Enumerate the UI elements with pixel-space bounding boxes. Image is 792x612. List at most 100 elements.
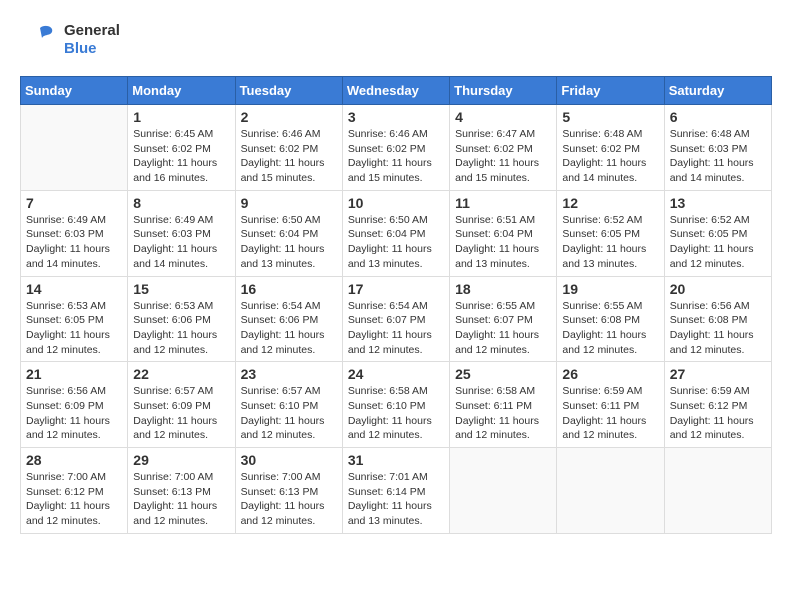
day-number: 15 [133, 281, 229, 297]
day-info: Sunrise: 6:49 AMSunset: 6:03 PMDaylight:… [26, 213, 122, 272]
day-number: 25 [455, 366, 551, 382]
day-number: 16 [241, 281, 337, 297]
day-info: Sunrise: 7:00 AMSunset: 6:13 PMDaylight:… [133, 470, 229, 529]
day-info: Sunrise: 6:52 AMSunset: 6:05 PMDaylight:… [670, 213, 766, 272]
day-number: 9 [241, 195, 337, 211]
day-number: 17 [348, 281, 444, 297]
day-number: 19 [562, 281, 658, 297]
calendar-day-cell: 13 Sunrise: 6:52 AMSunset: 6:05 PMDayligh… [664, 190, 771, 276]
day-info: Sunrise: 6:53 AMSunset: 6:05 PMDaylight:… [26, 299, 122, 358]
day-of-week-header: Thursday [450, 77, 557, 105]
calendar-day-cell: 11 Sunrise: 6:51 AMSunset: 6:04 PMDayligh… [450, 190, 557, 276]
day-info: Sunrise: 6:56 AMSunset: 6:09 PMDaylight:… [26, 384, 122, 443]
day-number: 20 [670, 281, 766, 297]
day-info: Sunrise: 6:57 AMSunset: 6:10 PMDaylight:… [241, 384, 337, 443]
day-number: 22 [133, 366, 229, 382]
calendar-day-cell: 25 Sunrise: 6:58 AMSunset: 6:11 PMDayligh… [450, 362, 557, 448]
calendar-day-cell: 30Sunrise: 7:00 AMSunset: 6:13 PMDayligh… [235, 448, 342, 534]
day-number: 14 [26, 281, 122, 297]
calendar-day-cell: 29Sunrise: 7:00 AMSunset: 6:13 PMDayligh… [128, 448, 235, 534]
day-number: 26 [562, 366, 658, 382]
logo-bird-icon [20, 20, 60, 60]
day-number: 11 [455, 195, 551, 211]
day-of-week-header: Wednesday [342, 77, 449, 105]
day-number: 2 [241, 109, 337, 125]
day-info: Sunrise: 6:48 AMSunset: 6:03 PMDaylight:… [670, 127, 766, 186]
day-number: 4 [455, 109, 551, 125]
calendar-day-cell [450, 448, 557, 534]
calendar-day-cell [21, 105, 128, 191]
day-info: Sunrise: 6:56 AMSunset: 6:08 PMDaylight:… [670, 299, 766, 358]
day-number: 6 [670, 109, 766, 125]
calendar-day-cell: 12 Sunrise: 6:52 AMSunset: 6:05 PMDayligh… [557, 190, 664, 276]
calendar-day-cell: 9 Sunrise: 6:50 AMSunset: 6:04 PMDaylight… [235, 190, 342, 276]
calendar-header-row: SundayMondayTuesdayWednesdayThursdayFrid… [21, 77, 772, 105]
calendar-day-cell: 8Sunrise: 6:49 AMSunset: 6:03 PMDaylight… [128, 190, 235, 276]
day-of-week-header: Tuesday [235, 77, 342, 105]
calendar-day-cell: 31Sunrise: 7:01 AMSunset: 6:14 PMDayligh… [342, 448, 449, 534]
day-info: Sunrise: 7:00 AMSunset: 6:13 PMDaylight:… [241, 470, 337, 529]
day-info: Sunrise: 6:59 AMSunset: 6:12 PMDaylight:… [670, 384, 766, 443]
calendar-day-cell: 19 Sunrise: 6:55 AMSunset: 6:08 PMDayligh… [557, 276, 664, 362]
calendar-day-cell: 24 Sunrise: 6:58 AMSunset: 6:10 PMDayligh… [342, 362, 449, 448]
page-header: GeneralBlue [20, 20, 772, 60]
day-of-week-header: Saturday [664, 77, 771, 105]
day-info: Sunrise: 6:51 AMSunset: 6:04 PMDaylight:… [455, 213, 551, 272]
calendar-week-row: 21 Sunrise: 6:56 AMSunset: 6:09 PMDayligh… [21, 362, 772, 448]
day-info: Sunrise: 6:53 AMSunset: 6:06 PMDaylight:… [133, 299, 229, 358]
day-number: 5 [562, 109, 658, 125]
day-number: 10 [348, 195, 444, 211]
day-info: Sunrise: 6:52 AMSunset: 6:05 PMDaylight:… [562, 213, 658, 272]
day-number: 27 [670, 366, 766, 382]
day-number: 31 [348, 452, 444, 468]
calendar-table: SundayMondayTuesdayWednesdayThursdayFrid… [20, 76, 772, 534]
day-number: 24 [348, 366, 444, 382]
day-info: Sunrise: 7:00 AMSunset: 6:12 PMDaylight:… [26, 470, 122, 529]
day-info: Sunrise: 6:58 AMSunset: 6:11 PMDaylight:… [455, 384, 551, 443]
calendar-day-cell: 1Sunrise: 6:45 AMSunset: 6:02 PMDaylight… [128, 105, 235, 191]
logo-general: General [64, 22, 120, 40]
logo: GeneralBlue [20, 20, 120, 60]
day-info: Sunrise: 6:55 AMSunset: 6:08 PMDaylight:… [562, 299, 658, 358]
calendar-week-row: 28 Sunrise: 7:00 AMSunset: 6:12 PMDayligh… [21, 448, 772, 534]
calendar-day-cell: 20 Sunrise: 6:56 AMSunset: 6:08 PMDayligh… [664, 276, 771, 362]
day-info: Sunrise: 6:50 AMSunset: 6:04 PMDaylight:… [348, 213, 444, 272]
calendar-week-row: 1Sunrise: 6:45 AMSunset: 6:02 PMDaylight… [21, 105, 772, 191]
calendar-day-cell: 18Sunrise: 6:55 AMSunset: 6:07 PMDayligh… [450, 276, 557, 362]
calendar-day-cell: 14 Sunrise: 6:53 AMSunset: 6:05 PMDayligh… [21, 276, 128, 362]
calendar-day-cell: 15 Sunrise: 6:53 AMSunset: 6:06 PMDayligh… [128, 276, 235, 362]
day-info: Sunrise: 6:46 AMSunset: 6:02 PMDaylight:… [348, 127, 444, 186]
logo-blue: Blue [64, 40, 120, 58]
day-info: Sunrise: 6:59 AMSunset: 6:11 PMDaylight:… [562, 384, 658, 443]
calendar-day-cell: 17 Sunrise: 6:54 AMSunset: 6:07 PMDayligh… [342, 276, 449, 362]
calendar-day-cell: 6 Sunrise: 6:48 AMSunset: 6:03 PMDaylight… [664, 105, 771, 191]
calendar-day-cell: 23Sunrise: 6:57 AMSunset: 6:10 PMDayligh… [235, 362, 342, 448]
day-number: 21 [26, 366, 122, 382]
calendar-day-cell: 2 Sunrise: 6:46 AMSunset: 6:02 PMDaylight… [235, 105, 342, 191]
calendar-day-cell: 28 Sunrise: 7:00 AMSunset: 6:12 PMDayligh… [21, 448, 128, 534]
calendar-day-cell: 26 Sunrise: 6:59 AMSunset: 6:11 PMDayligh… [557, 362, 664, 448]
day-info: Sunrise: 6:45 AMSunset: 6:02 PMDaylight:… [133, 127, 229, 186]
day-info: Sunrise: 6:54 AMSunset: 6:06 PMDaylight:… [241, 299, 337, 358]
logo-text: GeneralBlue [64, 22, 120, 58]
day-number: 28 [26, 452, 122, 468]
day-info: Sunrise: 6:57 AMSunset: 6:09 PMDaylight:… [133, 384, 229, 443]
day-info: Sunrise: 6:54 AMSunset: 6:07 PMDaylight:… [348, 299, 444, 358]
calendar-day-cell [557, 448, 664, 534]
calendar-day-cell [664, 448, 771, 534]
day-number: 7 [26, 195, 122, 211]
day-info: Sunrise: 6:48 AMSunset: 6:02 PMDaylight:… [562, 127, 658, 186]
day-number: 12 [562, 195, 658, 211]
day-info: Sunrise: 6:58 AMSunset: 6:10 PMDaylight:… [348, 384, 444, 443]
calendar-day-cell: 10 Sunrise: 6:50 AMSunset: 6:04 PMDayligh… [342, 190, 449, 276]
day-of-week-header: Sunday [21, 77, 128, 105]
day-number: 13 [670, 195, 766, 211]
day-info: Sunrise: 6:50 AMSunset: 6:04 PMDaylight:… [241, 213, 337, 272]
calendar-day-cell: 4 Sunrise: 6:47 AMSunset: 6:02 PMDaylight… [450, 105, 557, 191]
day-info: Sunrise: 6:46 AMSunset: 6:02 PMDaylight:… [241, 127, 337, 186]
day-info: Sunrise: 6:47 AMSunset: 6:02 PMDaylight:… [455, 127, 551, 186]
day-number: 3 [348, 109, 444, 125]
calendar-day-cell: 3 Sunrise: 6:46 AMSunset: 6:02 PMDaylight… [342, 105, 449, 191]
calendar-day-cell: 22 Sunrise: 6:57 AMSunset: 6:09 PMDayligh… [128, 362, 235, 448]
day-info: Sunrise: 6:49 AMSunset: 6:03 PMDaylight:… [133, 213, 229, 272]
